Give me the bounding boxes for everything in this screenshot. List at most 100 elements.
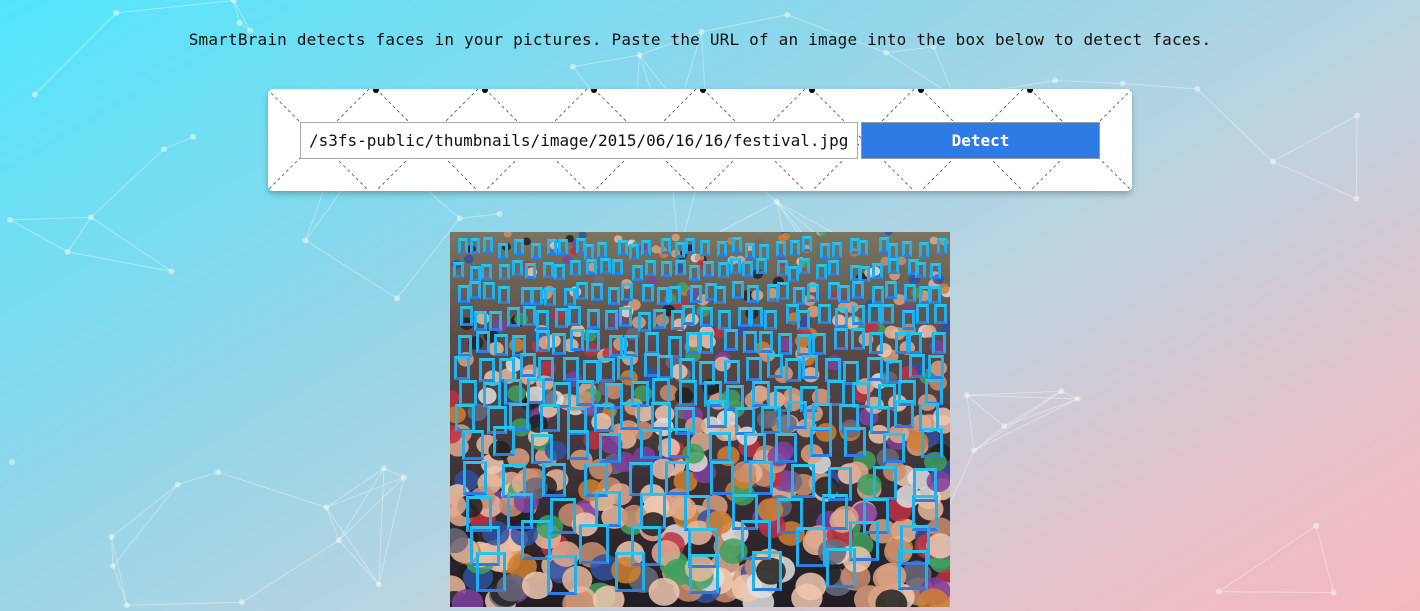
face-bounding-box — [885, 281, 898, 300]
intro-text: SmartBrain detects faces in your picture… — [188, 30, 1212, 49]
face-bounding-box — [657, 287, 670, 306]
face-bounding-box — [609, 335, 624, 358]
face-bounding-box — [747, 284, 760, 303]
face-bounding-box — [482, 237, 493, 254]
face-bounding-box — [815, 264, 827, 281]
face-bounding-box — [851, 280, 864, 299]
face-bounding-box — [907, 332, 922, 355]
face-bounding-box — [482, 382, 501, 409]
face-bounding-box — [511, 259, 523, 276]
face-bounding-box — [799, 258, 811, 275]
face-bounding-box — [834, 328, 849, 351]
face-bounding-box — [872, 263, 884, 280]
face-bounding-box — [788, 265, 800, 282]
face-bounding-box — [698, 331, 713, 354]
face-bounding-box — [514, 238, 525, 255]
face-bounding-box — [488, 310, 502, 331]
face-bounding-box — [902, 309, 916, 330]
face-bounding-box — [482, 281, 495, 300]
face-bounding-box — [812, 333, 827, 356]
face-bounding-box — [598, 432, 621, 463]
face-bounding-box — [786, 400, 807, 429]
face-bounding-box — [818, 304, 832, 325]
face-bounding-box — [524, 262, 536, 279]
face-bounding-box — [675, 260, 687, 277]
detected-image-container — [450, 232, 950, 607]
face-bounding-box — [641, 240, 652, 257]
face-bounding-box — [637, 311, 651, 332]
face-bounding-box — [887, 258, 899, 275]
face-bounding-box — [793, 287, 806, 306]
face-bounding-box — [835, 307, 849, 328]
face-bounding-box — [641, 284, 654, 303]
face-bounding-box — [608, 287, 621, 306]
face-bounding-box — [468, 280, 481, 299]
face-bounding-box — [683, 495, 710, 532]
face-bounding-box — [535, 309, 549, 330]
face-bounding-box — [897, 549, 928, 590]
face-bounding-box — [819, 243, 830, 260]
face-bounding-box — [639, 428, 662, 459]
face-bounding-box — [586, 258, 598, 275]
face-bounding-box — [867, 304, 881, 325]
face-bounding-box — [790, 239, 801, 256]
face-bounding-box — [915, 262, 927, 279]
face-bounding-box — [766, 353, 783, 378]
face-bounding-box — [597, 241, 608, 258]
face-bounding-box — [453, 262, 464, 279]
face-bounding-box — [531, 242, 542, 259]
face-bounding-box — [893, 400, 914, 429]
face-bounding-box — [520, 353, 537, 378]
face-bounding-box — [657, 355, 674, 380]
face-bounding-box — [605, 310, 619, 331]
face-bounding-box — [809, 426, 832, 457]
face-bounding-box — [685, 237, 696, 254]
face-bounding-box — [475, 551, 506, 592]
face-bounding-box — [729, 258, 741, 275]
face-bounding-box — [759, 331, 774, 354]
face-bounding-box — [665, 460, 690, 495]
face-bounding-box — [563, 287, 576, 306]
face-bounding-box — [775, 433, 798, 464]
face-bounding-box — [458, 237, 469, 254]
face-bounding-box — [469, 237, 480, 254]
face-bounding-box — [918, 241, 929, 258]
face-bounding-box — [797, 333, 812, 356]
face-bounding-box — [598, 357, 615, 382]
face-bounding-box — [600, 258, 612, 275]
face-bounding-box — [734, 407, 755, 436]
face-bounding-box — [776, 240, 786, 257]
face-bounding-box — [530, 287, 543, 306]
face-bounding-box — [821, 493, 848, 530]
face-bounding-box — [549, 497, 576, 534]
face-bounding-box — [621, 283, 634, 302]
face-bounding-box — [507, 307, 521, 328]
image-url-input[interactable] — [300, 122, 858, 159]
face-bounding-box — [871, 285, 884, 304]
face-bounding-box — [688, 554, 719, 595]
face-bounding-box — [535, 330, 550, 353]
face-bounding-box — [901, 240, 912, 257]
face-bounding-box — [576, 380, 595, 407]
face-bounding-box — [749, 461, 774, 496]
face-bounding-box — [858, 265, 870, 282]
face-bounding-box — [523, 306, 537, 326]
face-bounding-box — [499, 263, 511, 280]
face-bounding-box — [679, 357, 696, 382]
face-bounding-box — [790, 463, 815, 498]
face-bounding-box — [743, 330, 758, 353]
face-bounding-box — [454, 403, 475, 432]
detect-button[interactable]: Detect — [861, 122, 1100, 159]
face-bounding-box — [714, 285, 727, 304]
face-bounding-box — [554, 264, 566, 281]
face-bounding-box — [668, 427, 691, 458]
face-bounding-box — [852, 305, 866, 326]
face-bounding-box — [858, 239, 869, 256]
face-bounding-box — [717, 241, 728, 258]
face-bounding-box — [869, 332, 884, 355]
face-bounding-box — [690, 285, 703, 304]
face-bounding-box — [723, 359, 740, 384]
face-bounding-box — [497, 243, 508, 260]
face-bounding-box — [700, 240, 710, 257]
face-bounding-box — [760, 405, 781, 434]
